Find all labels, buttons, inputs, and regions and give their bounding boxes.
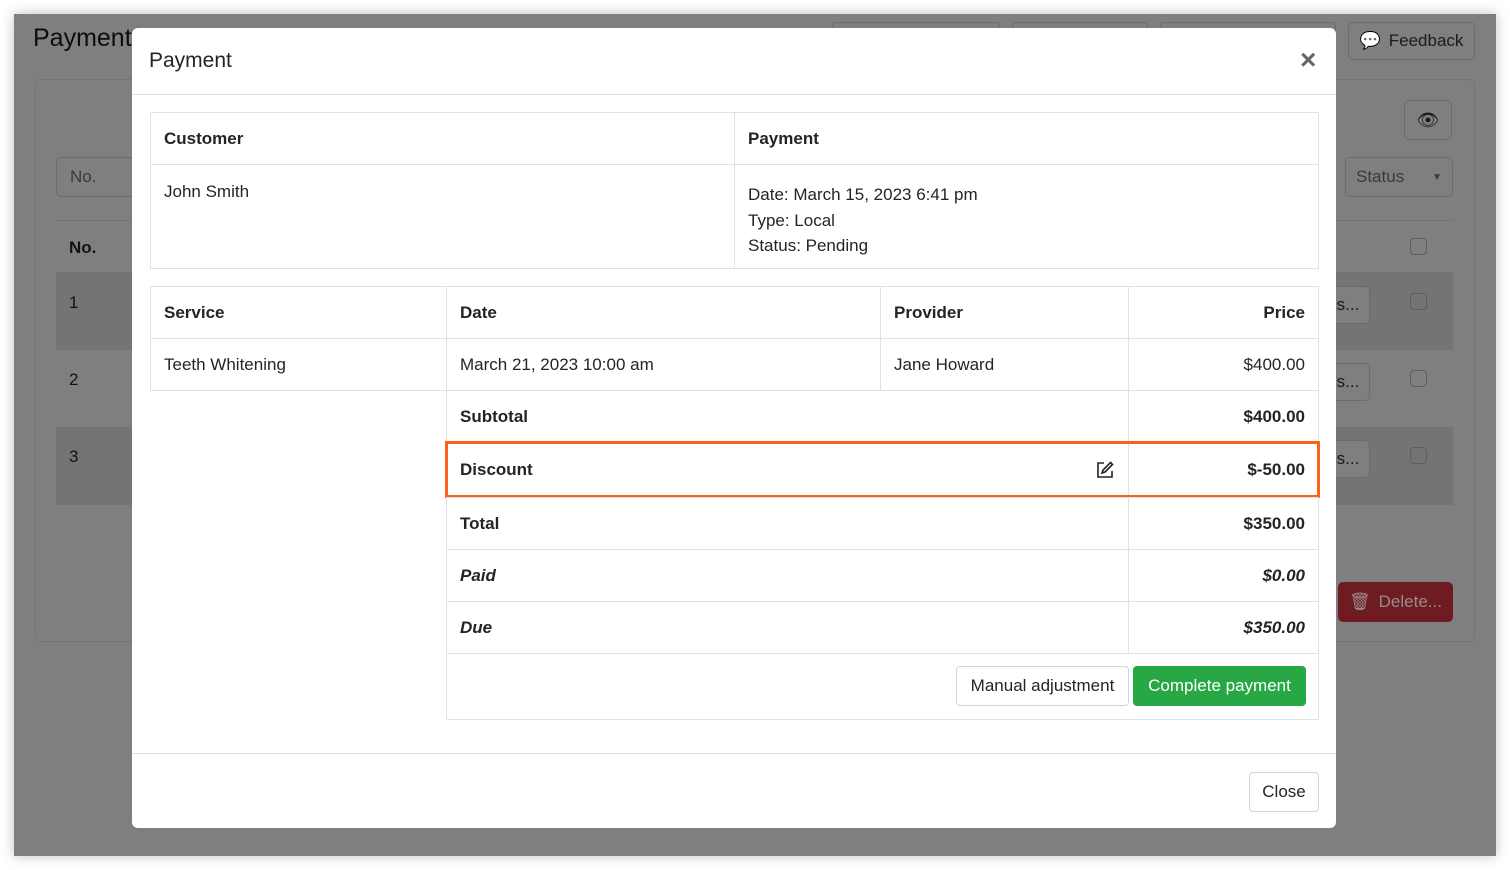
row-checkbox[interactable] [1410, 293, 1427, 310]
date-cell: March 21, 2023 10:00 am [446, 338, 881, 391]
divider [132, 94, 1336, 95]
feedback-button[interactable]: 💬 Feedback [1348, 22, 1475, 60]
select-all-checkbox[interactable] [1410, 238, 1427, 255]
provider-cell: Jane Howard [880, 338, 1129, 391]
payment-details: Date: March 15, 2023 6:41 pm Type: Local… [734, 164, 1319, 269]
delete-button[interactable]: 🗑 Delete... [1338, 582, 1453, 622]
modal-title: Payment [149, 49, 232, 72]
status-select[interactable]: Status ▼ [1345, 157, 1453, 197]
eye-icon: 👁 [1416, 109, 1440, 130]
payment-date: Date: March 15, 2023 6:41 pm [748, 185, 978, 204]
divider [132, 753, 1336, 754]
due-value: $350.00 [1128, 601, 1319, 654]
manual-adjustment-button[interactable]: Manual adjustment [956, 666, 1129, 706]
paid-value: $0.00 [1128, 549, 1319, 602]
close-icon[interactable]: × [1300, 44, 1316, 76]
price-cell: $400.00 [1128, 338, 1319, 391]
payment-status: Status: Pending [748, 236, 869, 255]
row-checkbox[interactable] [1410, 370, 1427, 387]
payment-type: Type: Local [748, 210, 835, 230]
price-header: Price [1128, 286, 1319, 339]
complete-payment-button[interactable]: Complete payment [1133, 666, 1306, 706]
row-number: 2 [69, 370, 79, 389]
close-button[interactable]: Close [1249, 772, 1319, 812]
customer-header: Customer [150, 112, 735, 165]
payment-modal: Payment × Customer Payment John Smith Da… [132, 28, 1336, 828]
column-no[interactable]: No. [69, 238, 96, 258]
chat-icon: 💬 [1359, 31, 1381, 50]
row-number: 1 [69, 293, 79, 312]
row-number: 3 [69, 447, 79, 466]
trash-icon: 🗑 [1349, 592, 1371, 611]
payment-header: Payment [734, 112, 1319, 165]
total-label: Total [446, 497, 1129, 550]
date-header: Date [446, 286, 881, 339]
customer-name: John Smith [150, 164, 735, 269]
subtotal-value: $400.00 [1128, 390, 1319, 443]
service-header: Service [150, 286, 447, 339]
paid-label: Paid [446, 549, 1129, 602]
discount-highlight [445, 441, 1320, 498]
subtotal-label: Subtotal [446, 390, 1129, 443]
caret-down-icon: ▼ [1432, 171, 1442, 183]
due-label: Due [446, 601, 1129, 654]
service-cell: Teeth Whitening [150, 338, 447, 391]
page-title: Payment [33, 24, 132, 52]
total-value: $350.00 [1128, 497, 1319, 550]
row-checkbox[interactable] [1410, 447, 1427, 464]
provider-header: Provider [880, 286, 1129, 339]
visibility-button[interactable]: 👁 [1404, 100, 1452, 140]
